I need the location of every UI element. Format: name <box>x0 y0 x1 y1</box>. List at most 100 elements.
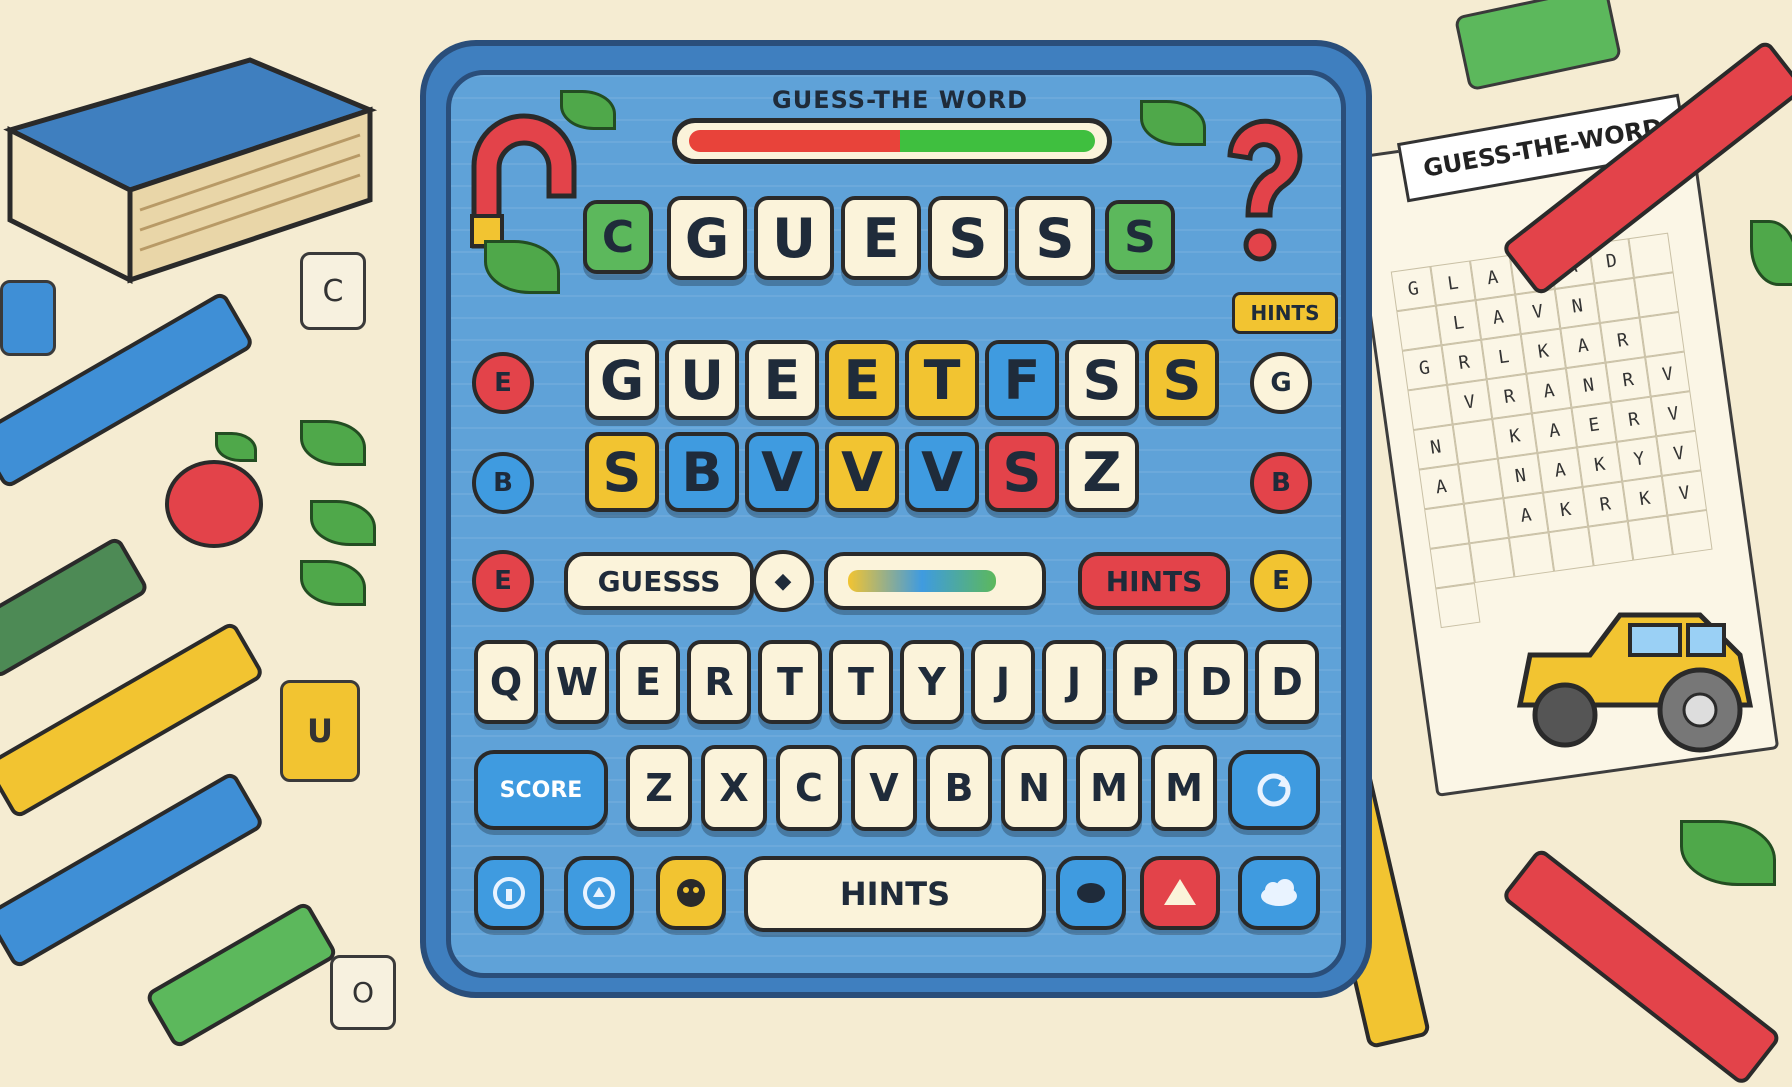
speech-bubble-icon <box>1077 883 1105 903</box>
sheet-cell: N <box>1554 283 1600 329</box>
sheet-cell: G <box>1401 345 1448 391</box>
key[interactable]: E <box>616 640 680 724</box>
emoji-button[interactable] <box>656 856 726 930</box>
sheet-cell <box>1588 521 1634 567</box>
chat-bubble-button[interactable] <box>1056 856 1126 930</box>
sheet-cell: L <box>1435 300 1482 346</box>
sheet-cell: A <box>1475 294 1521 340</box>
refresh-icon <box>1257 773 1291 807</box>
key-label: D <box>1271 660 1303 704</box>
hints-bottom-button[interactable]: HINTS <box>744 856 1046 932</box>
key-label: M <box>1165 766 1203 810</box>
puzzle-letter: U <box>307 712 333 750</box>
key[interactable]: Z <box>626 745 692 831</box>
tile-letter: G <box>599 348 645 412</box>
key-label: T <box>777 660 803 704</box>
key[interactable]: Y <box>900 640 964 724</box>
key[interactable]: J <box>1042 640 1106 724</box>
sheet-cell <box>1407 384 1453 431</box>
guess-button[interactable]: GUESSS <box>564 552 754 610</box>
tile-letter: E <box>843 348 881 412</box>
leaf-icon <box>1680 820 1776 886</box>
tile-letter: S <box>1035 206 1075 270</box>
hints-badge[interactable]: HINTS <box>1232 292 1338 334</box>
key-label: N <box>1018 766 1050 810</box>
board-tile: Z <box>1065 432 1139 512</box>
key[interactable]: Q <box>474 640 538 724</box>
key-label: C <box>795 766 823 810</box>
magnet-icon <box>470 113 577 249</box>
key[interactable]: D <box>1255 640 1319 724</box>
guess-button-label: GUESSS <box>597 564 721 598</box>
side-button-right[interactable]: B <box>1250 452 1312 514</box>
key[interactable]: X <box>701 745 767 831</box>
puzzle-letter: C <box>322 273 344 309</box>
key[interactable]: B <box>926 745 992 831</box>
key[interactable]: T <box>829 640 893 724</box>
hints-button[interactable]: HINTS <box>1078 552 1230 610</box>
side-button-left[interactable]: E <box>472 550 534 612</box>
tile-letter: S <box>602 440 642 504</box>
key[interactable]: T <box>758 640 822 724</box>
settings-button[interactable] <box>474 856 544 930</box>
alert-icon <box>1164 879 1196 905</box>
board-tile: S <box>1065 340 1139 420</box>
refresh-button[interactable] <box>1228 750 1320 830</box>
diamond-icon[interactable]: ◆ <box>752 550 814 612</box>
cloud-button[interactable] <box>1238 856 1320 930</box>
sheet-cell: R <box>1611 396 1657 442</box>
key[interactable]: V <box>851 745 917 831</box>
key-label: B <box>944 766 974 810</box>
warning-button[interactable] <box>1140 856 1220 930</box>
hint-meter-fill <box>848 570 996 592</box>
tile-letter: S <box>1162 348 1202 412</box>
score-button[interactable]: SCORE <box>474 750 608 830</box>
tile-letter: B <box>681 440 723 504</box>
key[interactable]: N <box>1001 745 1067 831</box>
chat-button[interactable] <box>564 856 634 930</box>
sheet-cell: A <box>1537 447 1583 493</box>
sheet-cell <box>1463 498 1509 544</box>
sheet-cell: A <box>1469 254 1516 301</box>
progress-bar <box>672 118 1112 164</box>
sheet-cell: A <box>1503 492 1549 538</box>
key[interactable]: J <box>971 640 1035 724</box>
key-label: Z <box>645 766 673 810</box>
side-button-right[interactable]: E <box>1250 550 1312 612</box>
key[interactable]: M <box>1076 745 1142 831</box>
sheet-cell <box>1458 458 1504 504</box>
tile-letter: S <box>1002 440 1042 504</box>
side-button-left[interactable]: B <box>472 452 534 514</box>
tile-letter: U <box>680 348 724 412</box>
question-mark-icon <box>1227 118 1303 262</box>
puzzle-piece-blue <box>0 280 56 356</box>
key-label: D <box>1200 660 1232 704</box>
key-label: M <box>1090 766 1128 810</box>
sheet-cell: V <box>1645 351 1691 397</box>
board-tile: T <box>905 340 979 420</box>
side-button-label: G <box>1270 368 1292 398</box>
key[interactable]: D <box>1184 640 1248 724</box>
sheet-cell <box>1594 277 1640 324</box>
sheet-cell <box>1667 509 1713 556</box>
key[interactable]: C <box>776 745 842 831</box>
puzzle-piece-green <box>1453 0 1623 92</box>
guess-tile: S <box>1105 200 1175 274</box>
sheet-cell <box>1469 537 1515 583</box>
key[interactable]: W <box>545 640 609 724</box>
sheet-cell: R <box>1441 339 1487 385</box>
sheet-cell: V <box>1447 379 1493 425</box>
sheet-cell <box>1627 515 1673 561</box>
sheet-cell <box>1639 311 1685 358</box>
side-button-right[interactable]: G <box>1250 352 1312 414</box>
key[interactable]: R <box>687 640 751 724</box>
key-label: R <box>704 660 734 704</box>
key[interactable]: P <box>1113 640 1177 724</box>
sheet-cell: K <box>1520 328 1566 374</box>
sheet-cell: A <box>1531 407 1578 453</box>
sheet-cell: A <box>1526 368 1572 414</box>
side-button-label: E <box>494 566 512 596</box>
board-tile: V <box>825 432 899 512</box>
key[interactable]: M <box>1151 745 1217 831</box>
side-button-left[interactable]: E <box>472 352 534 414</box>
